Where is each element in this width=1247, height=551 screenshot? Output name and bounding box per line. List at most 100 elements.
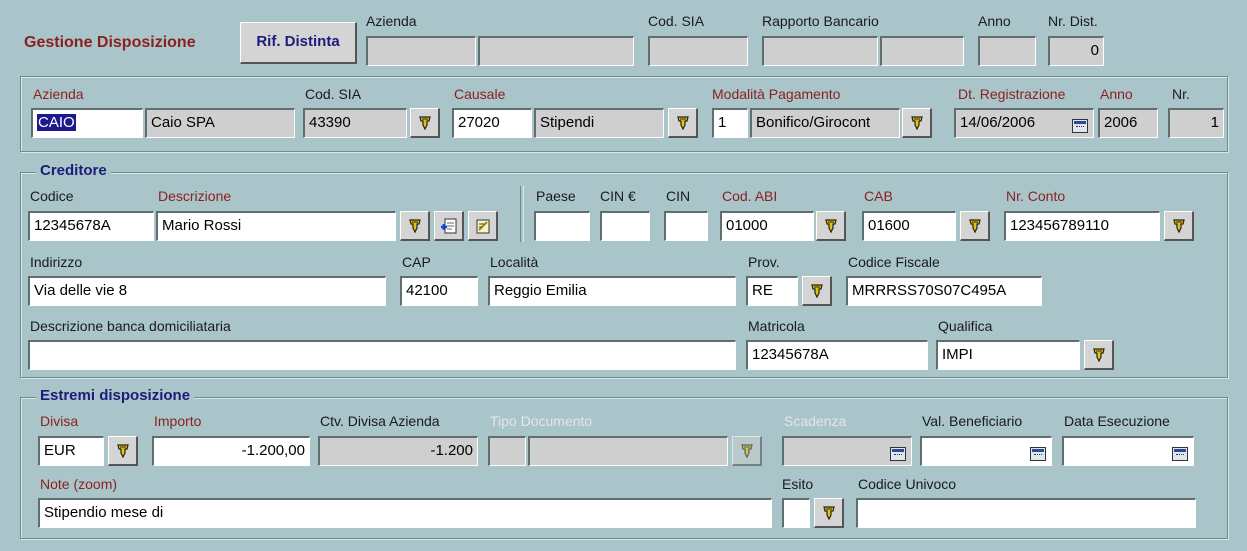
modalita-code-input[interactable]: 1 <box>712 108 748 138</box>
edit-creditore-button[interactable] <box>468 211 498 241</box>
lookup-icon <box>675 115 691 131</box>
cod-sia-field: 43390 <box>303 108 407 138</box>
val-beneficiario-input[interactable] <box>920 436 1052 466</box>
banca-input[interactable] <box>28 340 736 370</box>
cap-input[interactable]: 42100 <box>400 276 478 306</box>
descrizione-lookup-button[interactable] <box>400 211 430 241</box>
dt-registrazione-label: Dt. Registrazione <box>958 86 1066 102</box>
data-esecuzione-label: Data Esecuzione <box>1064 413 1170 429</box>
cab-input[interactable]: 01600 <box>862 211 956 241</box>
lookup-icon <box>1091 347 1107 363</box>
cod-sia-label: Cod. SIA <box>305 86 362 102</box>
header-anno-label: Anno <box>978 13 1011 29</box>
nr-field: 1 <box>1168 108 1224 138</box>
codice-fiscale-input[interactable]: MRRRSS70S07C495A <box>846 276 1042 306</box>
causale-code-input[interactable]: 27020 <box>452 108 532 138</box>
cap-label: CAP <box>402 254 431 270</box>
note-label: Note (zoom) <box>40 476 118 492</box>
cin-eur-input[interactable] <box>600 211 650 241</box>
lookup-icon <box>909 115 925 131</box>
lookup-icon <box>417 115 433 131</box>
cab-label: CAB <box>864 188 893 204</box>
lookup-icon <box>823 218 839 234</box>
causale-desc-field: Stipendi <box>534 108 664 138</box>
cin-eur-label: CIN € <box>600 188 636 204</box>
importo-label: Importo <box>154 413 202 429</box>
lookup-icon <box>821 505 837 521</box>
ctv-field: -1.200 <box>318 436 478 466</box>
azienda-name-field: Caio SPA <box>145 108 295 138</box>
tipo-documento-desc-field <box>528 436 728 466</box>
indirizzo-input[interactable]: Via delle vie 8 <box>28 276 386 306</box>
header-azienda-label: Azienda <box>366 13 417 29</box>
add-creditore-button[interactable] <box>434 211 464 241</box>
divisa-input[interactable]: EUR <box>38 436 104 466</box>
calendar-icon <box>890 447 906 461</box>
scadenza-field <box>782 436 912 466</box>
nr-conto-input[interactable]: 123456789110 <box>1004 211 1160 241</box>
dt-registrazione-field[interactable]: 14/06/2006 <box>954 108 1094 138</box>
calendar-icon[interactable] <box>1072 119 1088 133</box>
importo-input[interactable]: -1.200,00 <box>152 436 310 466</box>
codice-fiscale-label: Codice Fiscale <box>848 254 940 270</box>
header-nr-dist-label: Nr. Dist. <box>1048 13 1098 29</box>
divisa-label: Divisa <box>40 413 79 429</box>
codice-label: Codice <box>30 188 74 204</box>
codice-input[interactable]: 12345678A <box>28 211 154 241</box>
codice-univoco-label: Codice Univoco <box>858 476 957 492</box>
nr-label: Nr. <box>1172 86 1190 102</box>
causale-lookup-button[interactable] <box>668 108 698 138</box>
qualifica-label: Qualifica <box>938 318 993 334</box>
calendar-icon[interactable] <box>1030 447 1046 461</box>
matricola-input[interactable]: 12345678A <box>746 340 928 370</box>
cin-input[interactable] <box>664 211 708 241</box>
azienda-label: Azienda <box>33 86 84 102</box>
lookup-icon <box>1171 218 1187 234</box>
creditore-title: Creditore <box>36 162 111 179</box>
nr-conto-label: Nr. Conto <box>1006 188 1066 204</box>
note-input[interactable]: Stipendio mese di <box>38 498 772 528</box>
modalita-lookup-button[interactable] <box>902 108 932 138</box>
ctv-label: Ctv. Divisa Azienda <box>320 413 440 429</box>
divisa-lookup-button[interactable] <box>108 436 138 466</box>
cod-sia-lookup-button[interactable] <box>410 108 440 138</box>
paese-label: Paese <box>536 188 576 204</box>
cin-label: CIN <box>666 188 691 204</box>
header-rapporto-field-2 <box>880 36 964 66</box>
lookup-icon <box>407 218 423 234</box>
cod-abi-lookup-button[interactable] <box>816 211 846 241</box>
header-cod-sia-label: Cod. SIA <box>648 13 705 29</box>
qualifica-input[interactable]: IMPI <box>936 340 1080 370</box>
calendar-icon[interactable] <box>1172 447 1188 461</box>
anno-field: 2006 <box>1098 108 1158 138</box>
prov-lookup-button[interactable] <box>802 276 832 306</box>
qualifica-lookup-button[interactable] <box>1084 340 1114 370</box>
cab-lookup-button[interactable] <box>960 211 990 241</box>
banca-label: Descrizione banca domiciliataria <box>30 318 231 334</box>
creditore-separator <box>520 186 524 242</box>
esito-lookup-button[interactable] <box>814 498 844 528</box>
dt-registrazione-value: 14/06/2006 <box>960 114 1036 131</box>
paese-input[interactable] <box>534 211 590 241</box>
esito-label: Esito <box>782 476 814 492</box>
descrizione-input[interactable]: Mario Rossi <box>156 211 396 241</box>
azienda-code-input[interactable]: CAIO <box>31 108 143 138</box>
nr-conto-lookup-button[interactable] <box>1164 211 1194 241</box>
edit-document-icon <box>476 219 489 233</box>
data-esecuzione-input[interactable] <box>1062 436 1194 466</box>
tipo-documento-label: Tipo Documento <box>490 413 593 429</box>
codice-univoco-input[interactable] <box>856 498 1196 528</box>
lookup-icon <box>809 283 825 299</box>
prov-input[interactable]: RE <box>746 276 798 306</box>
localita-label: Località <box>490 254 539 270</box>
header-cod-sia-field <box>648 36 748 66</box>
header-azienda-name-field <box>478 36 634 66</box>
rif-distinta-button[interactable]: Rif. Distinta <box>240 22 357 64</box>
esito-input[interactable] <box>782 498 810 528</box>
cod-abi-input[interactable]: 01000 <box>720 211 814 241</box>
localita-input[interactable]: Reggio Emilia <box>488 276 736 306</box>
scadenza-label: Scadenza <box>784 413 847 429</box>
modalita-desc-field: Bonifico/Girocont <box>750 108 900 138</box>
anno-label: Anno <box>1100 86 1133 102</box>
header-rapporto-field-1 <box>762 36 878 66</box>
